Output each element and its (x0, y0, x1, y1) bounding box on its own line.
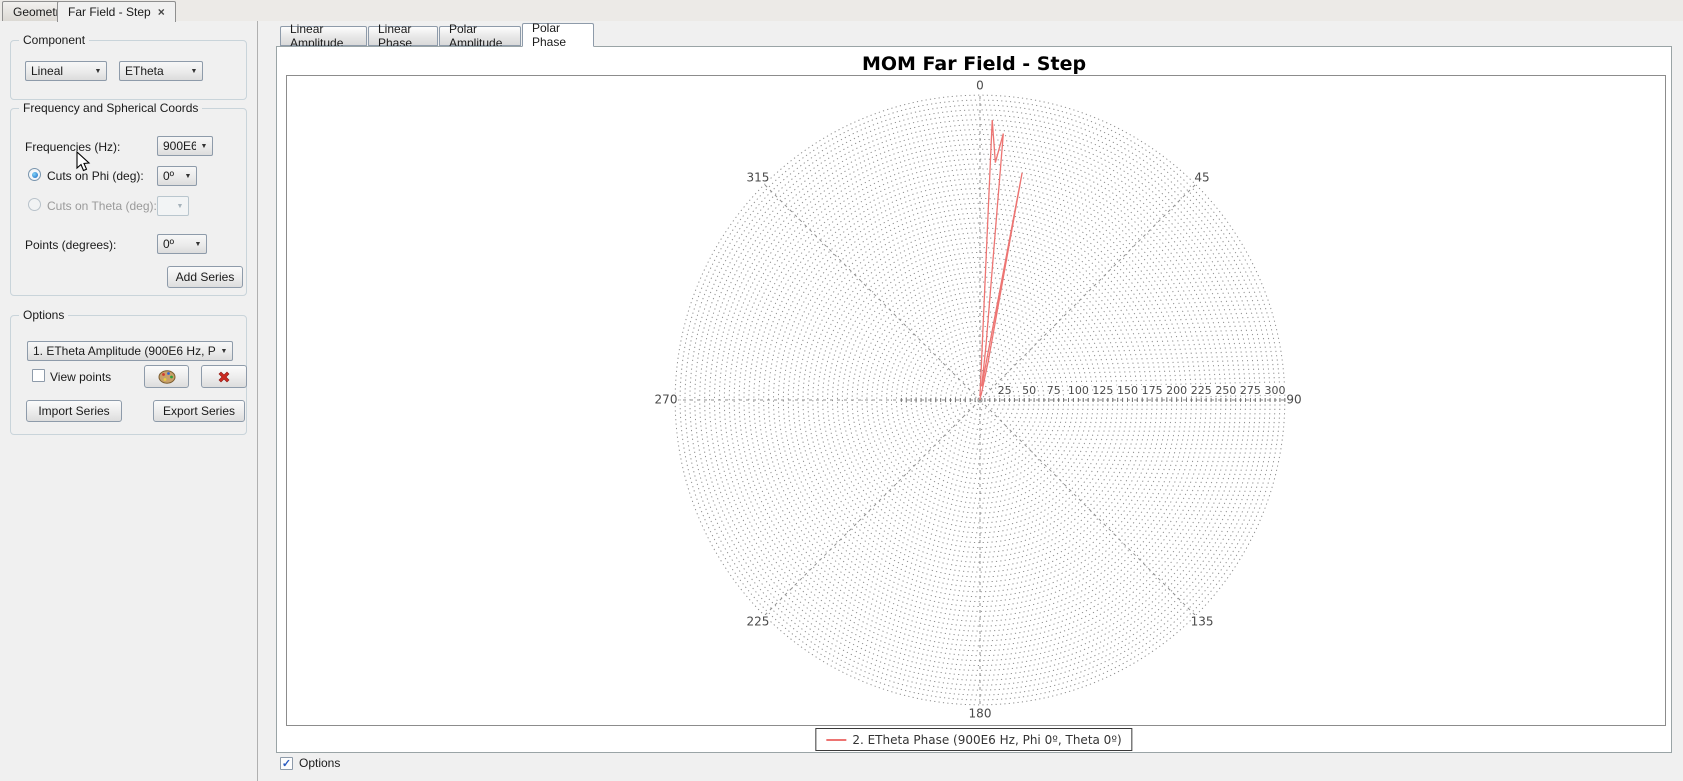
tab-far-field-step[interactable]: Far Field - Step × (57, 1, 176, 22)
cuts-on-phi-radio[interactable] (28, 168, 41, 181)
svg-text:100: 100 (1068, 384, 1089, 397)
tab-polar-amplitude[interactable]: Polar Amplitude (439, 26, 521, 46)
chart-title: MOM Far Field - Step (277, 53, 1671, 75)
svg-text:225: 225 (1191, 384, 1212, 397)
svg-text:225: 225 (747, 615, 770, 629)
frequencies-select[interactable]: 900E6 ▼ (157, 136, 213, 156)
delete-x-icon (217, 370, 231, 384)
chart-area: Linear Amplitude Linear Phase Polar Ampl… (258, 21, 1683, 781)
chevron-down-icon: ▼ (172, 203, 188, 210)
cuts-on-theta-label: Cuts on Theta (deg): (47, 199, 157, 213)
component-group: Component Lineal ▼ ETheta ▼ (10, 40, 247, 100)
component-group-title: Component (19, 33, 89, 47)
svg-text:180: 180 (969, 707, 992, 721)
svg-text:150: 150 (1117, 384, 1138, 397)
tab-polar-phase[interactable]: Polar Phase (522, 23, 594, 47)
options-checkbox[interactable]: ✓ (280, 757, 293, 770)
cuts-on-theta-radio[interactable] (28, 198, 41, 211)
polar-plot-frame: 2550751001251501752002252502753000459013… (286, 75, 1666, 726)
svg-text:90: 90 (1286, 393, 1301, 407)
chevron-down-icon: ▼ (190, 241, 206, 248)
view-points-checkbox[interactable] (32, 369, 45, 382)
chevron-down-icon: ▼ (216, 348, 232, 355)
svg-text:25: 25 (998, 384, 1012, 397)
export-series-button[interactable]: Export Series (153, 400, 245, 422)
component-field-select[interactable]: ETheta ▼ (119, 61, 203, 81)
component-type-select[interactable]: Lineal ▼ (25, 61, 107, 81)
svg-text:50: 50 (1022, 384, 1036, 397)
frequency-coords-group-title: Frequency and Spherical Coords (19, 101, 202, 115)
svg-text:315: 315 (747, 170, 770, 184)
document-tab-bar: Geometry Far Field - Step × (0, 0, 1683, 21)
chevron-down-icon: ▼ (196, 143, 212, 150)
chevron-down-icon: ▼ (180, 173, 196, 180)
options-group: Options 1. ETheta Amplitude (900E6 Hz, P… (10, 315, 247, 435)
svg-text:250: 250 (1215, 384, 1236, 397)
sidebar: Component Lineal ▼ ETheta ▼ Frequency an… (0, 21, 258, 781)
options-group-title: Options (19, 308, 68, 322)
delete-series-button[interactable] (201, 365, 247, 388)
series-select[interactable]: 1. ETheta Amplitude (900E6 Hz, Phi 0º...… (27, 341, 233, 361)
chart-page: MOM Far Field - Step 2550751001251501752… (276, 46, 1672, 753)
points-select[interactable]: 0º ▼ (157, 234, 207, 254)
import-series-button[interactable]: Import Series (26, 400, 122, 422)
svg-text:270: 270 (655, 393, 678, 407)
frequency-coords-group: Frequency and Spherical Coords Frequenci… (10, 108, 247, 296)
legend: 2. ETheta Phase (900E6 Hz, Phi 0º, Theta… (815, 728, 1132, 751)
cuts-on-theta-select: ▼ (157, 196, 189, 216)
cuts-on-phi-select[interactable]: 0º ▼ (157, 166, 197, 186)
close-icon[interactable]: × (158, 6, 165, 18)
svg-text:175: 175 (1142, 384, 1163, 397)
chevron-down-icon: ▼ (90, 68, 106, 75)
frequencies-label: Frequencies (Hz): (25, 140, 120, 154)
add-series-button[interactable]: Add Series (167, 266, 243, 288)
svg-text:135: 135 (1191, 615, 1214, 629)
polar-chart: 2550751001251501752002252502753000459013… (287, 76, 1665, 725)
svg-text:0: 0 (976, 79, 984, 93)
svg-text:275: 275 (1240, 384, 1261, 397)
svg-text:75: 75 (1047, 384, 1061, 397)
points-label: Points (degrees): (25, 238, 116, 252)
tab-linear-amplitude[interactable]: Linear Amplitude (280, 26, 367, 46)
svg-text:45: 45 (1194, 170, 1209, 184)
svg-text:200: 200 (1166, 384, 1187, 397)
palette-icon (158, 370, 176, 384)
series-color-button[interactable] (144, 365, 189, 388)
chevron-down-icon: ▼ (186, 68, 202, 75)
options-checkbox-label: Options (299, 756, 340, 770)
options-toggle-row: ✓ Options (280, 756, 340, 770)
tab-far-field-step-label: Far Field - Step (68, 5, 151, 19)
svg-text:300: 300 (1265, 384, 1286, 397)
legend-label: 2. ETheta Phase (900E6 Hz, Phi 0º, Theta… (852, 733, 1121, 747)
tab-linear-phase[interactable]: Linear Phase (368, 26, 438, 46)
cuts-on-phi-label: Cuts on Phi (deg): (47, 169, 144, 183)
view-points-label: View points (50, 370, 111, 384)
legend-line-swatch (826, 739, 846, 741)
svg-text:125: 125 (1092, 384, 1113, 397)
